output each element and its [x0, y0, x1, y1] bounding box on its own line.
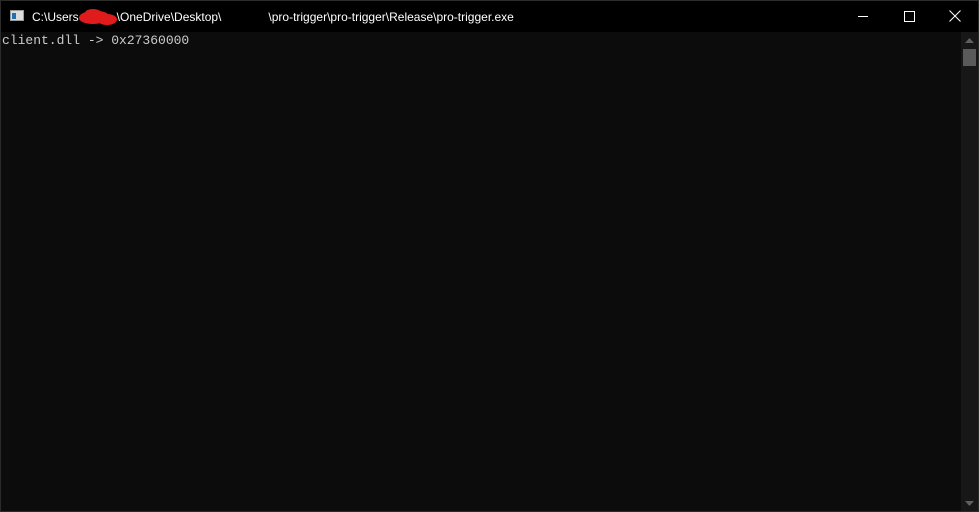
vertical-scrollbar[interactable]	[961, 32, 978, 511]
console-line: client.dll -> 0x27360000	[2, 33, 190, 48]
console-output-area[interactable]: client.dll -> 0x27360000	[1, 32, 961, 511]
title-path-end: \pro-trigger\pro-trigger\Release\pro-tri…	[268, 10, 514, 24]
maximize-button[interactable]	[886, 1, 932, 31]
maximize-icon	[903, 10, 915, 22]
scrollbar-thumb[interactable]	[963, 49, 976, 66]
chevron-down-icon	[965, 501, 974, 506]
minimize-icon	[858, 15, 868, 17]
title-path-start: C:\Users	[32, 10, 79, 24]
minimize-button[interactable]	[840, 1, 886, 31]
redaction-mark	[78, 9, 117, 25]
window-title: C:\Users \OneDrive\Desktop\ \pro-trigger\p…	[32, 9, 514, 25]
title-path-hidden-gap	[221, 10, 268, 24]
scroll-down-button[interactable]	[961, 495, 978, 511]
console-window: C:\Users \OneDrive\Desktop\ \pro-trigger\p…	[0, 0, 979, 512]
title-bar[interactable]: C:\Users \OneDrive\Desktop\ \pro-trigger\p…	[1, 1, 978, 32]
scroll-up-button[interactable]	[961, 32, 978, 49]
close-button[interactable]	[932, 1, 978, 31]
chevron-up-icon	[965, 38, 974, 43]
console-app-icon[interactable]	[10, 10, 24, 21]
title-path-middle: \OneDrive\Desktop\	[116, 10, 222, 24]
close-icon	[949, 10, 961, 22]
